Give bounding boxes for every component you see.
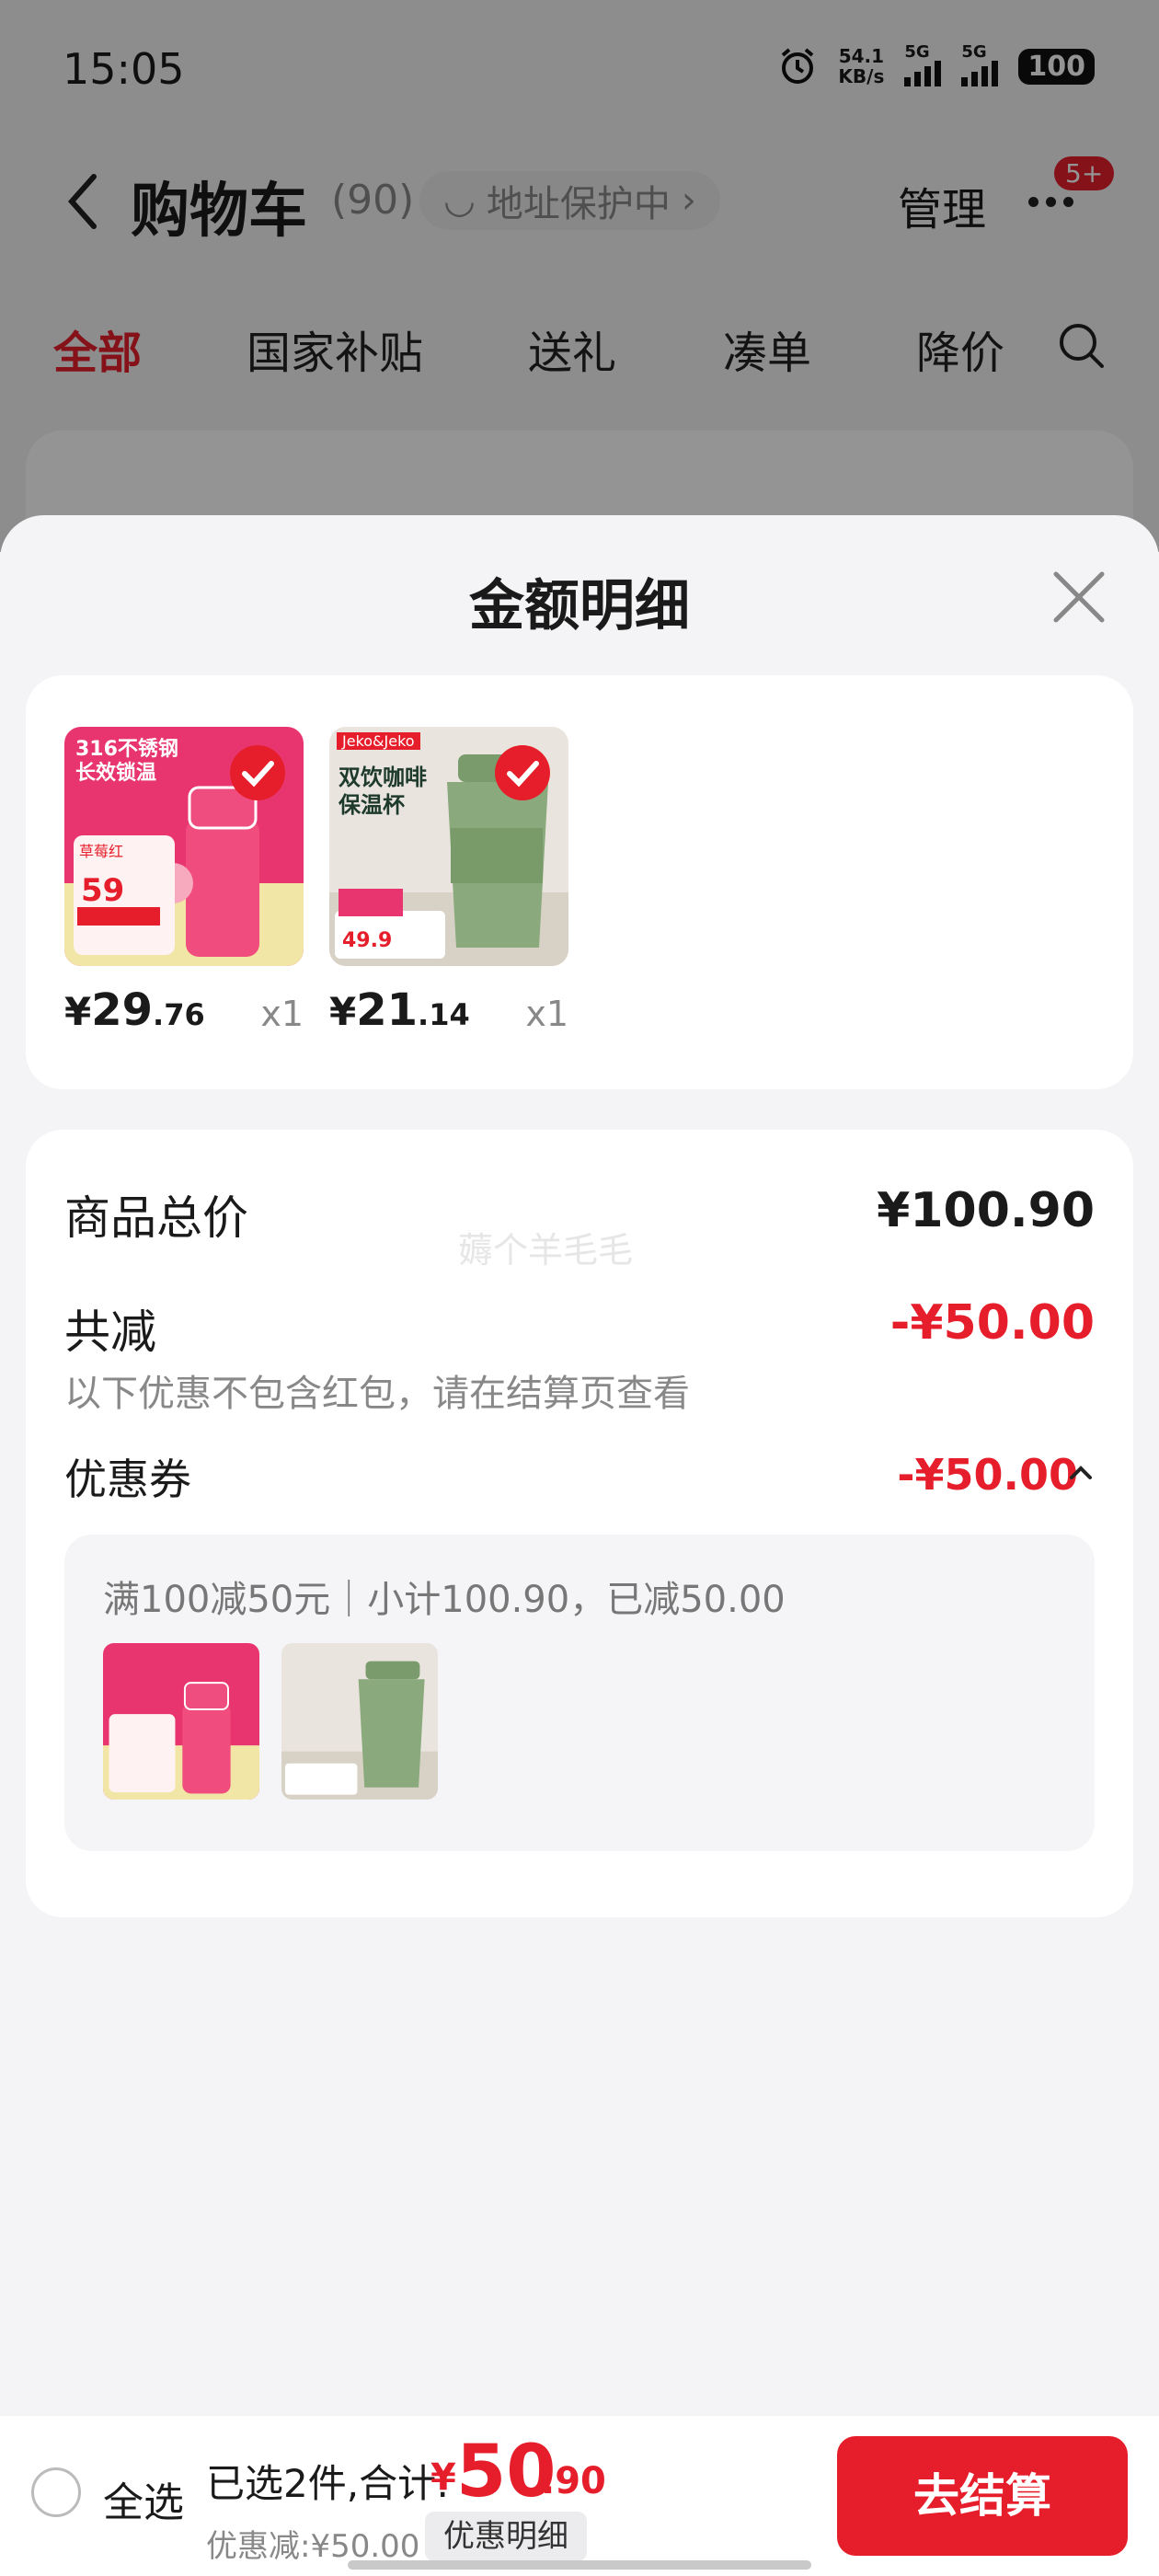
discount-summary: 优惠减:¥50.00 [206,2528,420,2565]
discount-detail-button[interactable]: 优惠明细 [425,2512,587,2561]
price-integer: 21 [356,984,419,1036]
thumb-text: 保温杯 [339,792,405,818]
total-reduce-value: -¥50.00 [889,1295,1095,1351]
total-yen: ¥ [430,2456,456,2499]
product-item[interactable]: Jeko&Jeko 双饮咖啡 保温杯 49.9 ¥21.14 x1 [329,727,568,1040]
product-price-row: ¥29.76 x1 [64,984,304,1040]
price-yen: ¥ [329,989,357,1034]
chevron-up-icon[interactable] [1067,1459,1095,1487]
sheet-title: 金额明细 [469,574,690,638]
coupon-product-thumbnail [103,1643,259,1800]
total-decimal: .90 [541,2460,606,2502]
product-thumbnail: Jeko&Jeko 双饮咖啡 保温杯 49.9 [329,727,568,966]
home-indicator[interactable] [348,2560,811,2570]
close-icon[interactable] [1049,567,1109,627]
coupon-detail-box: 满100减50元｜小计100.90，已减50.00 [64,1535,1095,1851]
coupon-value[interactable]: -¥50.00 [897,1450,1078,1500]
price-summary-card: 薅个羊毛毛 商品总价 ¥100.90 共减 -¥50.00 以下优惠不包含红包，… [26,1130,1133,1917]
thumb-text: 双饮咖啡 [339,765,427,790]
check-icon[interactable] [230,745,285,800]
price-decimal: .14 [418,997,470,1032]
price-yen: ¥ [64,989,92,1034]
checkout-bar: 全选 已选2件,合计: ¥ 50 .90 优惠减:¥50.00 优惠明细 去结算 [0,2416,1159,2576]
discount-note: 以下优惠不包含红包，请在结算页查看 [64,1373,690,1415]
price-decimal: .76 [153,997,205,1032]
thumb-text: 316不锈钢 [75,738,178,761]
product-quantity: x1 [260,994,304,1034]
watermark: 薅个羊毛毛 [458,1230,634,1271]
selected-products-card: 316不锈钢 长效锁温 草莓红 59 ¥29.76 x1 Jeko&Jeko 双… [26,675,1133,1089]
thumb-text: 草莓红 [79,843,124,860]
coupon-label: 优惠券 [64,1455,191,1504]
price-integer: 29 [91,984,154,1036]
checkout-button[interactable]: 去结算 [837,2436,1128,2556]
coupon-product-thumbnail [281,1643,438,1800]
total-reduce-label: 共减 [64,1305,156,1359]
brand-logo: Jeko&Jeko [337,732,420,750]
total-price-value: ¥100.90 [877,1183,1095,1238]
thumb-price: 49.9 [342,929,393,952]
total-price-label: 商品总价 [64,1191,248,1245]
product-thumbnail: 316不锈钢 长效锁温 草莓红 59 [64,727,304,966]
coupon-description: 满100减50元｜小计100.90，已减50.00 [103,1579,786,1621]
selected-summary: 已选2件,合计: [206,2461,450,2506]
select-all-radio[interactable] [31,2467,81,2517]
thumb-text: 长效锁温 [75,762,157,785]
select-all-label[interactable]: 全选 [103,2469,184,2528]
product-price-row: ¥21.14 x1 [329,984,568,1040]
check-icon[interactable] [495,745,550,800]
product-item[interactable]: 316不锈钢 长效锁温 草莓红 59 ¥29.76 x1 [64,727,304,1040]
amount-detail-sheet: 金额明细 316不锈钢 长效锁温 草莓红 59 ¥29.76 x1 Jeko&J… [0,515,1159,2576]
thumb-price: 59 [81,872,125,909]
product-quantity: x1 [525,994,568,1034]
modal-overlay[interactable] [0,0,1159,552]
